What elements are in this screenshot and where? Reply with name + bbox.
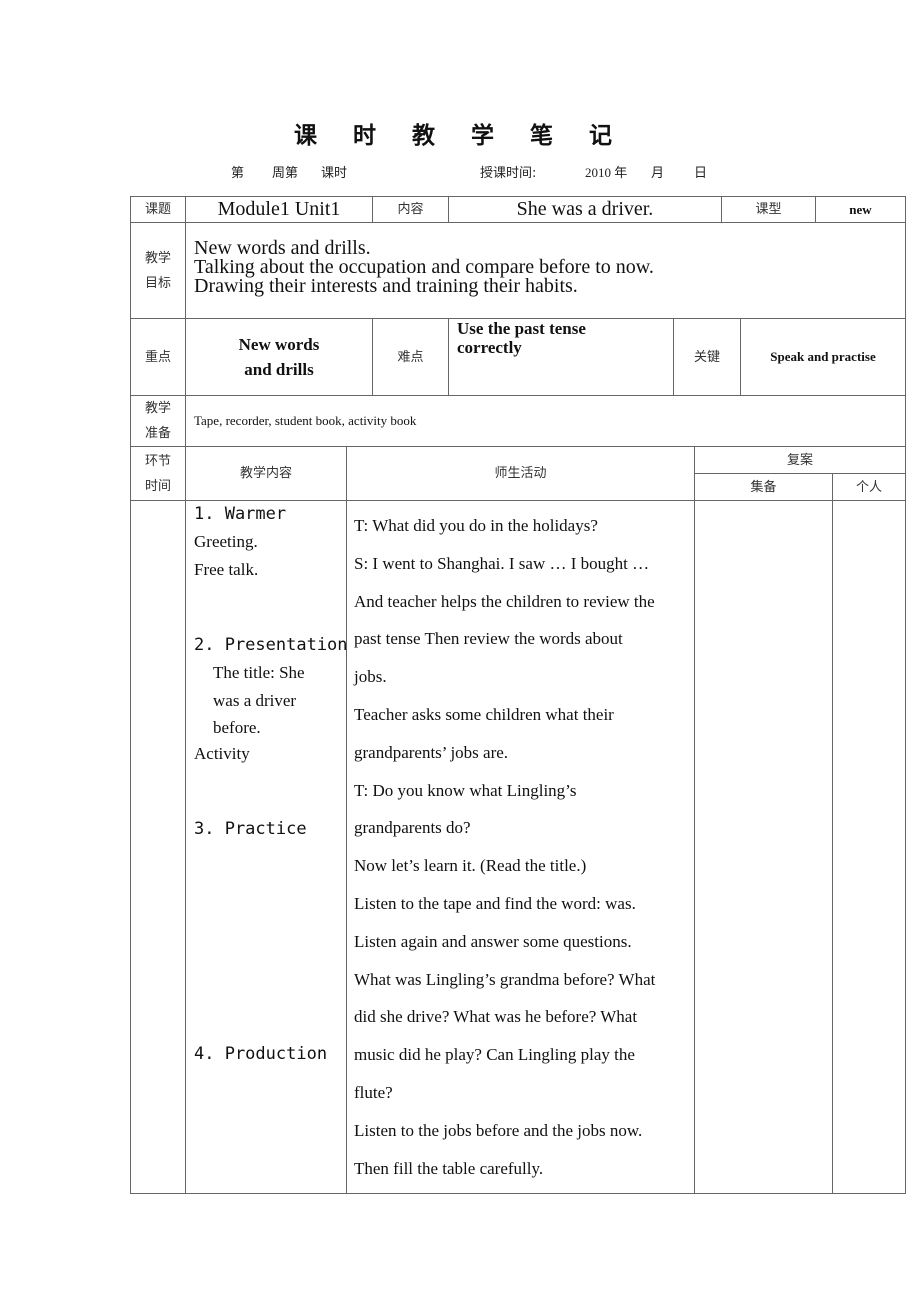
activity-line: T: Do you know what Lingling’s <box>354 780 577 800</box>
review-header: 复案 <box>786 452 813 468</box>
activity-line: S: I went to Shanghai. I saw … I bought … <box>354 553 650 573</box>
document-title: 课 时 教 学 笔 记 <box>293 123 627 149</box>
activity-line: Listen to the tape and find the word: wa… <box>354 893 636 913</box>
difficulty-value: Use the past tense correctly <box>457 319 586 357</box>
activity-line: flute? <box>354 1082 393 1102</box>
activity-line: Now let’s learn it. (Read the title.) <box>354 856 587 876</box>
presentation-item: before. <box>213 718 261 737</box>
activities-list: T: What did you do in the holidays? S: I… <box>354 507 689 1187</box>
goals-label: 教学 目标 <box>131 223 185 318</box>
stage-time-header: 环节 时间 <box>131 447 185 500</box>
date-label: 授课时间: <box>480 166 537 181</box>
activity-line: What was Lingling’s grandma before? What <box>354 969 656 989</box>
type-label: 课型 <box>755 202 782 217</box>
content-label: 内容 <box>397 202 424 217</box>
month-label: 月 <box>651 166 665 181</box>
table-border-bottom <box>130 1193 906 1194</box>
activities-header: 师生活动 <box>494 466 547 481</box>
difficulty-label: 难点 <box>397 349 424 365</box>
activity-line: did she drive? What was he before? What <box>354 1007 638 1027</box>
col-divider <box>832 473 833 1193</box>
key-point-value: New words and drills <box>186 319 372 395</box>
activity-line: music did he play? Can Lingling play the <box>354 1045 635 1065</box>
type-value: new <box>849 201 872 217</box>
key-point-line2: and drills <box>244 360 314 379</box>
prep-label-line1: 教学 <box>144 401 171 416</box>
difficulty-line1: Use the past tense <box>457 319 586 338</box>
activity-line: T: What did you do in the holidays? <box>354 516 598 535</box>
presentation-activity: Activity <box>194 744 250 763</box>
individual-header: 个人 <box>855 479 882 495</box>
key-point-line1: New words <box>238 335 320 354</box>
activity-line: Then fill the table carefully. <box>354 1158 544 1178</box>
activity-line: Listen to the jobs before and the jobs n… <box>354 1120 643 1140</box>
goals-label-line1: 教学 <box>144 250 171 266</box>
goals-label-line2: 目标 <box>144 275 171 291</box>
activity-line: grandparents do? <box>354 818 471 838</box>
col-divider <box>346 446 347 1193</box>
warmer-item: Free talk. <box>194 560 259 579</box>
presentation-item: was a driver <box>213 691 297 710</box>
activity-line: grandparents’ jobs are. <box>354 742 509 762</box>
col-divider <box>448 318 449 395</box>
topic-value: Module1 Unit1 <box>217 198 341 220</box>
stage-header-line1: 环节 <box>144 453 171 469</box>
goals-list: New words and drills. Talking about the … <box>194 238 654 297</box>
topic-label: 课题 <box>144 202 171 217</box>
presentation-title: 2. Presentation <box>194 635 348 655</box>
row-divider <box>130 222 906 223</box>
group-prep-header: 集备 <box>750 479 777 495</box>
week-label-1: 第 <box>231 166 245 181</box>
table-border-right <box>905 196 906 1194</box>
activity-line: Teacher asks some children what their <box>354 704 614 724</box>
prep-label-line2: 准备 <box>144 426 171 441</box>
lesson-label: 课时 <box>321 166 348 181</box>
practice-title: 3. Practice <box>194 819 307 839</box>
key-point-label: 重点 <box>144 349 171 365</box>
col-divider <box>694 446 695 1193</box>
prep-value: Tape, recorder, student book, activity b… <box>194 413 417 428</box>
warmer-item: Greeting. <box>194 532 258 551</box>
week-label-2: 周第 <box>272 166 299 181</box>
content-header: 教学内容 <box>239 466 292 481</box>
activity-line: jobs. <box>354 667 387 687</box>
prep-label: 教学 准备 <box>131 396 185 446</box>
goal-item: Drawing their interests and training the… <box>194 275 578 297</box>
presentation-item: The title: She <box>213 663 305 682</box>
activity-line: past tense Then review the words about <box>354 629 623 649</box>
stage-header-line2: 时间 <box>144 478 171 494</box>
activity-line: And teacher helps the children to review… <box>354 591 655 611</box>
crux-label: 关键 <box>693 349 720 365</box>
production-title: 4. Production <box>194 1044 328 1064</box>
difficulty-line2: correctly <box>457 338 522 357</box>
warmer-title: 1. Warmer <box>194 504 287 524</box>
year-value: 2010 年 <box>585 165 628 180</box>
crux-value: Speak and practise <box>770 349 876 364</box>
day-label: 日 <box>694 166 708 181</box>
content-value: She was a driver. <box>516 198 654 220</box>
activity-line: Listen again and answer some questions. <box>354 931 632 951</box>
